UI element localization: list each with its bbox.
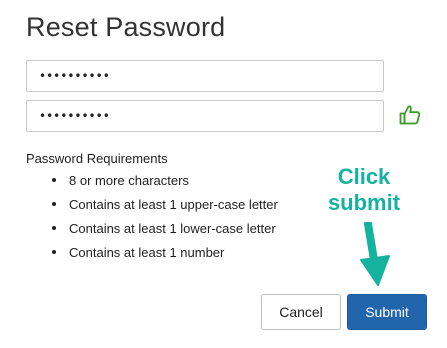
list-item: Contains at least 1 number: [48, 243, 278, 267]
bullet-icon: [52, 226, 56, 230]
page-title: Reset Password: [26, 12, 226, 42]
new-password-field[interactable]: [26, 60, 384, 92]
click-submit-annotation: Click submit: [318, 164, 410, 216]
requirements-heading: Password Requirements: [26, 151, 168, 166]
annotation-line-2: submit: [327, 190, 401, 215]
list-item: Contains at least 1 lower-case letter: [48, 219, 278, 243]
thumbs-up-icon: [399, 105, 421, 125]
requirements-list: 8 or more characters Contains at least 1…: [48, 171, 278, 267]
confirm-password-field[interactable]: [26, 100, 384, 132]
list-item: 8 or more characters: [48, 171, 278, 195]
requirement-text: Contains at least 1 number: [69, 245, 225, 260]
bullet-icon: [52, 202, 56, 206]
cancel-button[interactable]: Cancel: [261, 294, 341, 330]
list-item: Contains at least 1 upper-case letter: [48, 195, 278, 219]
annotation-line-1: Click: [337, 164, 391, 189]
requirement-text: 8 or more characters: [69, 173, 189, 188]
bullet-icon: [52, 250, 56, 254]
bullet-icon: [52, 178, 56, 182]
submit-button[interactable]: Submit: [347, 294, 427, 330]
down-arrow-icon: [360, 222, 390, 286]
requirement-text: Contains at least 1 lower-case letter: [69, 221, 276, 236]
requirement-text: Contains at least 1 upper-case letter: [69, 197, 278, 212]
